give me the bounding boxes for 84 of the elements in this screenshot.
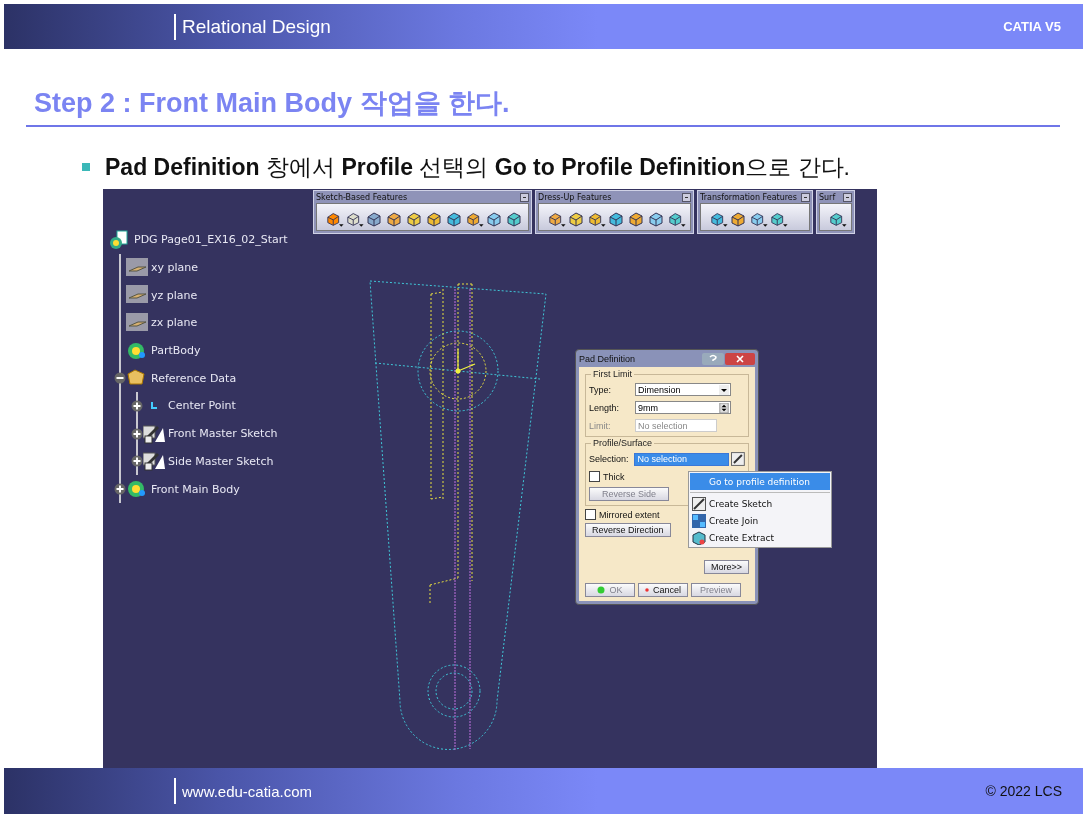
- tree-item[interactable]: Center Point: [168, 399, 236, 413]
- tree-item[interactable]: Reference Data: [151, 371, 237, 385]
- tree-item[interactable]: zx plane: [151, 316, 198, 330]
- section-title: Relational Design: [182, 15, 331, 38]
- menu-item[interactable]: Create Join: [690, 512, 830, 529]
- block-icon: [730, 211, 746, 227]
- checkbox[interactable]: [585, 509, 596, 520]
- block-icon: [326, 211, 341, 227]
- plane-icon: [126, 257, 148, 278]
- status-dot-icon: [645, 586, 649, 594]
- type-dropdown[interactable]: Dimension: [635, 383, 731, 396]
- caret-icon: [719, 384, 729, 395]
- status-dot-icon: [597, 586, 606, 594]
- sketch-icon: [143, 451, 165, 472]
- slide-heading: Step 2 : Front Main Body 작업을 한다.: [34, 87, 511, 119]
- tree-item[interactable]: xy plane: [151, 261, 199, 275]
- block-icon: [750, 211, 765, 227]
- checkbox[interactable]: [589, 471, 600, 482]
- block-icon: [628, 211, 644, 227]
- block-icon: [426, 211, 442, 227]
- tree-item[interactable]: yz plane: [151, 288, 198, 302]
- plane-icon: [126, 312, 148, 333]
- field-label: Selection:: [589, 454, 630, 464]
- checkbox-label: Mirrored extent: [599, 509, 660, 520]
- block-icon: [446, 211, 462, 227]
- block-icon: [588, 211, 603, 227]
- copyright-text: © 2022 LCS: [985, 783, 1062, 799]
- grid-icon: [692, 513, 706, 528]
- block-icon: [668, 211, 683, 227]
- block-icon: [770, 211, 785, 227]
- toolbar-title: Transformation Features: [700, 192, 797, 202]
- checkbox-label: Thick: [603, 471, 625, 482]
- product-name: CATIA V5: [1003, 19, 1061, 34]
- tree-item[interactable]: Side Master Sketch: [168, 454, 274, 468]
- tree-item[interactable]: PartBody: [151, 344, 201, 358]
- dialog-title: Pad Definition: [579, 353, 636, 364]
- block-icon: [486, 211, 502, 227]
- toolbar-title: Surf: [818, 192, 836, 202]
- block-icon: [648, 211, 664, 227]
- toolbar-title: Dress-Up Features: [538, 192, 612, 202]
- block-icon: [466, 211, 481, 227]
- point-icon: [150, 402, 158, 410]
- block-icon: [506, 211, 522, 227]
- product-icon: [109, 229, 131, 250]
- plane-icon: [126, 285, 148, 306]
- block-icon: [406, 211, 422, 227]
- menu-item[interactable]: Create Extract: [690, 529, 830, 546]
- toolbar-title: Sketch-Based Features: [316, 192, 408, 202]
- tree-item[interactable]: PDG Page01_EX16_02_Start: [134, 233, 288, 247]
- sketch-icon: [692, 496, 706, 511]
- help-icon: [702, 352, 724, 365]
- group-title: First Limit: [591, 369, 634, 379]
- block-icon: [548, 211, 563, 227]
- block-icon: [828, 211, 844, 227]
- dialog-button[interactable]: Cancel: [638, 583, 688, 597]
- website-url: www.edu-catia.com: [182, 782, 313, 800]
- expand-toggle-icon[interactable]: [114, 372, 126, 385]
- block-icon: [366, 211, 382, 227]
- cube-icon: [692, 530, 706, 545]
- field-label: Type:: [589, 384, 612, 395]
- block-icon: [608, 211, 624, 227]
- group-title: Profile/Surface: [591, 438, 655, 448]
- expand-toggle-icon[interactable]: [114, 483, 126, 496]
- menu-item[interactable]: Create Sketch: [690, 495, 830, 512]
- length-field[interactable]: 9mm: [635, 401, 731, 414]
- close-icon: [725, 352, 755, 365]
- block-icon: [386, 211, 402, 227]
- dialog-button[interactable]: Reverse Direction: [585, 523, 671, 537]
- expand-toggle-icon[interactable]: [131, 455, 143, 468]
- spinner-icon: [719, 402, 729, 413]
- sketch-icon: [143, 423, 165, 444]
- tree-item[interactable]: Front Main Body: [151, 482, 240, 496]
- tree-item[interactable]: Front Master Sketch: [168, 427, 278, 441]
- bullet-text: Pad Definition 창에서 Profile 선택의 Go to Profile Definition으로 간다.: [105, 152, 850, 182]
- more-button[interactable]: More>>: [703, 560, 749, 574]
- bullet-icon: [82, 163, 90, 171]
- block-icon: [346, 211, 361, 227]
- expand-toggle-icon[interactable]: [131, 399, 143, 412]
- field-label: Length:: [589, 402, 621, 413]
- block-icon: [710, 211, 725, 227]
- expand-toggle-icon[interactable]: [131, 427, 143, 440]
- block-icon: [568, 211, 584, 227]
- field-label: Limit:: [589, 420, 612, 431]
- sketch-icon: [731, 452, 745, 466]
